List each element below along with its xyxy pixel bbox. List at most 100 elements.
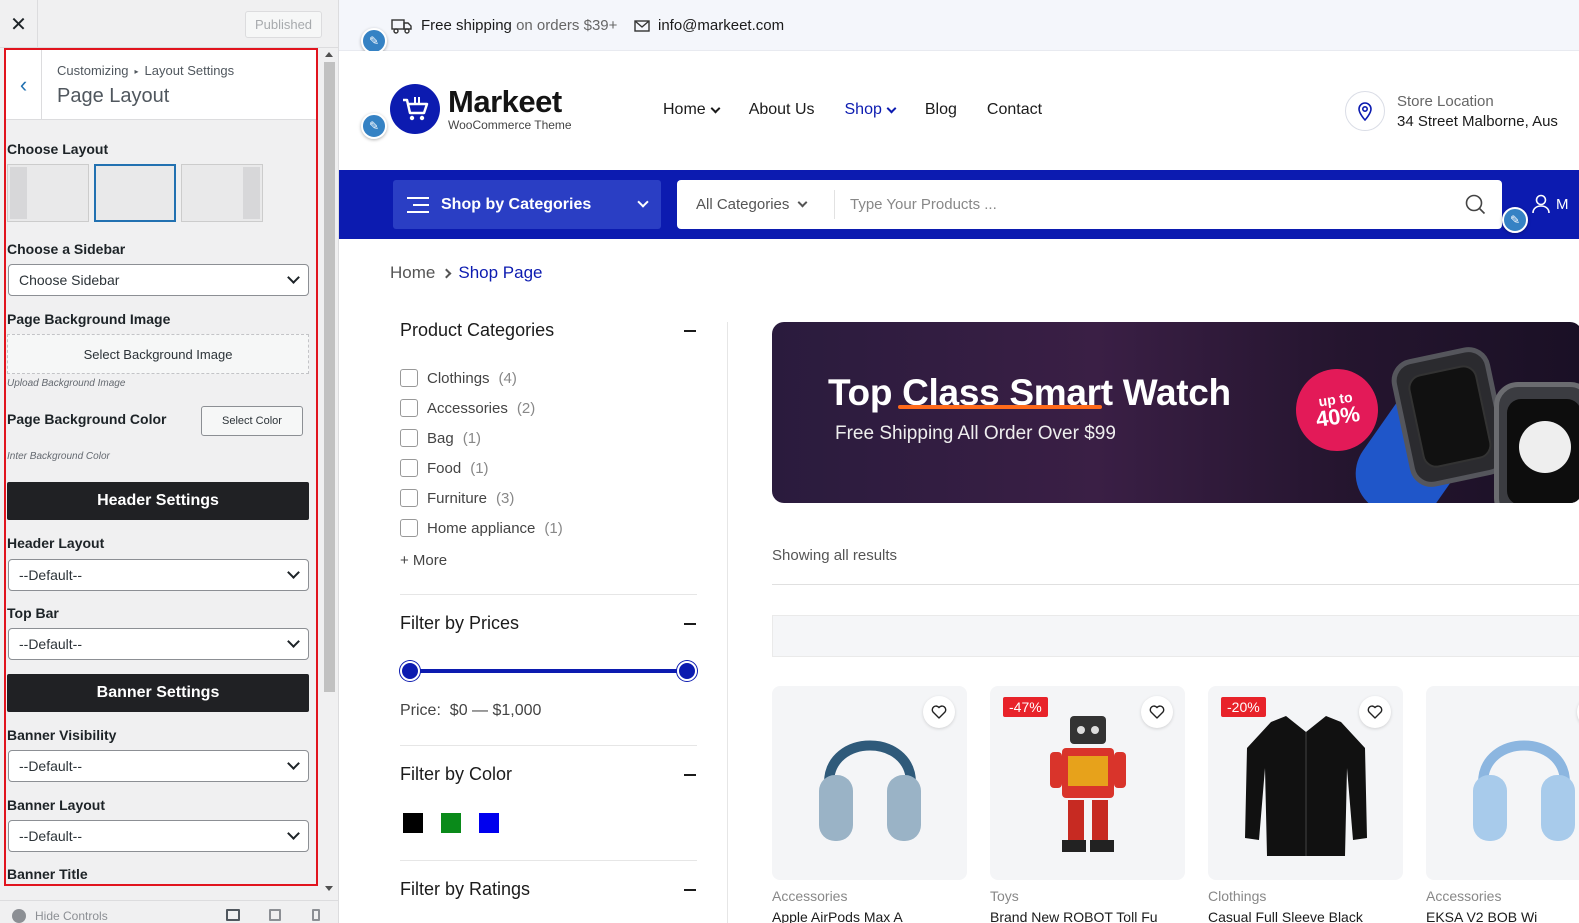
banner-visibility-select[interactable]: --Default--	[8, 750, 309, 782]
filter-categories-header[interactable]: Product Categories	[400, 320, 697, 341]
scroll-up-icon[interactable]	[325, 52, 333, 57]
collapse-icon[interactable]	[684, 329, 696, 332]
nav-item-label: About Us	[748, 101, 815, 118]
filter-prices-header[interactable]: Filter by Prices	[400, 613, 697, 634]
checkbox[interactable]	[400, 459, 418, 477]
color-swatch[interactable]	[441, 813, 461, 833]
category-filter-item[interactable]: Food (1)	[400, 459, 489, 477]
banner-underline	[898, 405, 1102, 409]
shop-breadcrumb: Home Shop Page	[390, 263, 543, 283]
breadcrumb-home[interactable]: Home	[390, 263, 435, 283]
wishlist-heart-icon[interactable]	[1359, 696, 1391, 728]
shop-by-categories-button[interactable]: Shop by Categories	[393, 180, 661, 229]
color-swatch[interactable]	[479, 813, 499, 833]
category-filter-item[interactable]: Clothings (4)	[400, 369, 517, 387]
sidebar-select[interactable]: Choose Sidebar	[8, 264, 309, 296]
email-text[interactable]: info@markeet.com	[658, 17, 784, 34]
checkbox[interactable]	[400, 399, 418, 417]
tablet-preview-icon[interactable]	[269, 909, 281, 921]
close-icon[interactable]: ✕	[0, 0, 38, 48]
customizer-scrollbar[interactable]	[320, 48, 338, 893]
search-icon[interactable]	[1465, 194, 1486, 215]
edit-shortcut-icon[interactable]: ✎	[1502, 207, 1528, 233]
category-filter-item[interactable]: Accessories (2)	[400, 399, 535, 417]
category-count: (2)	[516, 399, 536, 417]
banner-layout-select[interactable]: --Default--	[8, 820, 309, 852]
email-contact[interactable]: info@markeet.com	[634, 17, 784, 34]
checkbox[interactable]	[400, 489, 418, 507]
product-category[interactable]: Clothings	[1208, 888, 1266, 904]
collapse-icon[interactable]	[684, 773, 696, 776]
layout-option-full-width[interactable]	[94, 164, 176, 222]
back-arrow-icon[interactable]: ‹	[6, 50, 42, 120]
select-background-image-button[interactable]: Select Background Image	[7, 334, 309, 374]
nav-item-shop[interactable]: Shop	[844, 101, 897, 119]
filter-color-header[interactable]: Filter by Color	[400, 764, 697, 785]
price-min-handle[interactable]	[400, 661, 420, 681]
hide-controls-label[interactable]: Hide Controls	[35, 909, 108, 923]
desktop-preview-icon[interactable]	[226, 909, 240, 921]
product-name[interactable]: Brand New ROBOT Toll Fu	[990, 909, 1185, 923]
filter-categories-title: Product Categories	[400, 320, 555, 340]
wishlist-heart-icon[interactable]	[923, 696, 955, 728]
bg-color-description: Inter Background Color	[7, 451, 110, 462]
scrollbar-thumb[interactable]	[324, 62, 335, 692]
hide-controls-icon[interactable]	[12, 909, 26, 923]
account-link[interactable]: M	[1532, 194, 1569, 214]
wishlist-heart-icon[interactable]	[1141, 696, 1173, 728]
cart-logo-icon	[390, 84, 440, 134]
scroll-down-icon[interactable]	[325, 886, 333, 891]
filter-ratings-header[interactable]: Filter by Ratings	[400, 879, 697, 900]
banner-layout-label: Banner Layout	[7, 797, 106, 813]
nav-item-label: Shop	[844, 101, 882, 118]
product-name[interactable]: Apple AirPods Max A	[772, 909, 967, 923]
mobile-preview-icon[interactable]	[312, 909, 320, 921]
collapse-icon[interactable]	[684, 888, 696, 891]
search-input[interactable]	[835, 180, 1435, 229]
category-filter-item[interactable]: Bag (1)	[400, 429, 481, 447]
color-swatch[interactable]	[403, 813, 423, 833]
bg-color-label: Page Background Color	[7, 411, 167, 427]
product-card[interactable]: -47%	[990, 686, 1185, 880]
publish-button[interactable]: Published	[245, 11, 322, 38]
product-card[interactable]	[772, 686, 967, 880]
customizer-section-panel: ‹ Customizing ▸ Layout Settings Page Layou…	[4, 48, 318, 886]
checkbox[interactable]	[400, 429, 418, 447]
category-count: (1)	[544, 519, 563, 537]
search-category-select[interactable]: All Categories	[677, 190, 835, 219]
collapse-icon[interactable]	[684, 622, 696, 625]
edit-shortcut-icon[interactable]: ✎	[361, 113, 387, 139]
promo-banner[interactable]: Top Class Smart Watch Free Shipping All …	[772, 322, 1579, 503]
breadcrumb-root: Customizing	[57, 63, 129, 78]
top-bar-select[interactable]: --Default--	[8, 628, 309, 660]
product-category[interactable]: Accessories	[772, 888, 847, 904]
more-categories-link[interactable]: + More	[400, 552, 447, 569]
checkbox[interactable]	[400, 519, 418, 537]
price-range-slider[interactable]	[400, 661, 697, 681]
layout-option-left-sidebar[interactable]	[7, 164, 89, 222]
price-max-handle[interactable]	[677, 661, 697, 681]
product-category[interactable]: Accessories	[1426, 888, 1501, 904]
select-color-button[interactable]: Select Color	[201, 406, 303, 436]
header-settings-heading: Header Settings	[7, 482, 309, 520]
nav-item-home[interactable]: Home	[663, 101, 721, 119]
nav-item-blog[interactable]: Blog	[925, 101, 957, 119]
product-name[interactable]: Casual Full Sleeve Black	[1208, 909, 1403, 923]
site-top-bar: Free shipping on orders $39+ info@markee…	[339, 0, 1579, 51]
product-name[interactable]: EKSA V2 BOB Wi	[1426, 909, 1579, 923]
layout-option-right-sidebar[interactable]	[181, 164, 263, 222]
category-filter-item[interactable]: Home appliance (1)	[400, 519, 563, 537]
nav-item-about-us[interactable]: About Us	[749, 101, 815, 119]
category-filter-item[interactable]: Furniture (3)	[400, 489, 514, 507]
site-logo[interactable]: Markeet WooCommerce Theme	[390, 84, 572, 134]
bg-image-description: Upload Background Image	[7, 378, 126, 389]
product-card[interactable]: -20%	[1208, 686, 1403, 880]
header-layout-select[interactable]: --Default--	[8, 559, 309, 591]
product-card[interactable]	[1426, 686, 1579, 880]
nav-item-contact[interactable]: Contact	[987, 101, 1042, 119]
store-location[interactable]: Store Location 34 Street Malborne, Aus	[1345, 91, 1558, 131]
banner-settings-heading: Banner Settings	[7, 674, 309, 712]
checkbox[interactable]	[400, 369, 418, 387]
product-category[interactable]: Toys	[990, 888, 1019, 904]
price-label: Price:	[400, 702, 441, 719]
